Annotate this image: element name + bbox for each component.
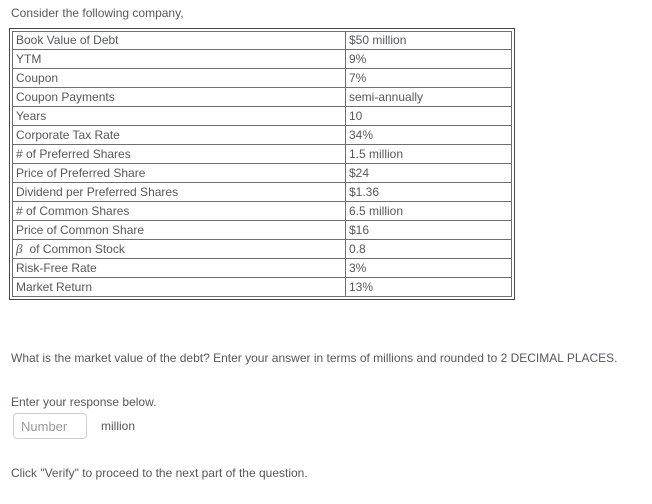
table-cell-label: # of Common Shares bbox=[12, 202, 346, 221]
table-cell-label: Corporate Tax Rate bbox=[12, 126, 346, 145]
table-cell-label: Price of Preferred Share bbox=[12, 164, 346, 183]
intro-text: Consider the following company, bbox=[11, 6, 184, 20]
table-cell-value: 1.5 million bbox=[346, 145, 512, 164]
table-cell-value: 10 bbox=[346, 107, 512, 126]
table-row: # of Common Shares 6.5 million bbox=[12, 202, 512, 221]
table-cell-value: $50 million bbox=[346, 31, 512, 50]
answer-number-input[interactable] bbox=[13, 413, 87, 439]
table-row: Coupon Payments semi-annually bbox=[12, 88, 512, 107]
table-cell-value: 3% bbox=[346, 259, 512, 278]
table-row: Price of Common Share $16 bbox=[12, 221, 512, 240]
question-prompt: What is the market value of the debt? En… bbox=[11, 351, 618, 365]
table-body: Book Value of Debt $50 million YTM 9% Coupon… bbox=[12, 31, 512, 297]
table-cell-label: YTM bbox=[12, 50, 346, 69]
table-cell-label: Coupon Payments bbox=[12, 88, 346, 107]
table-cell-label: # of Preferred Shares bbox=[12, 145, 346, 164]
table-cell-value: $1.36 bbox=[346, 183, 512, 202]
table-cell-value: 6.5 million bbox=[346, 202, 512, 221]
response-instruction: Enter your response below. bbox=[11, 395, 157, 409]
table-cell-label: β of Common Stock bbox=[12, 240, 346, 259]
table-cell-value: 7% bbox=[346, 69, 512, 88]
table-cell-label: Price of Common Share bbox=[12, 221, 346, 240]
table-cell-value: $24 bbox=[346, 164, 512, 183]
table-cell-label-text: of Common Stock bbox=[29, 242, 125, 256]
table-row: Dividend per Preferred Shares $1.36 bbox=[12, 183, 512, 202]
table-cell-label: Years bbox=[12, 107, 346, 126]
table-row: Risk-Free Rate 3% bbox=[12, 259, 512, 278]
table-cell-label: Coupon bbox=[12, 69, 346, 88]
table-cell-value: $16 bbox=[346, 221, 512, 240]
table-cell-value: 13% bbox=[346, 278, 512, 297]
table-row: Price of Preferred Share $24 bbox=[12, 164, 512, 183]
answer-input-row: million bbox=[13, 413, 135, 439]
table-row: Years 10 bbox=[12, 107, 512, 126]
table-cell-value: 34% bbox=[346, 126, 512, 145]
table-row: Corporate Tax Rate 34% bbox=[12, 126, 512, 145]
table-cell-value: 9% bbox=[346, 50, 512, 69]
table-row: Book Value of Debt $50 million bbox=[12, 31, 512, 50]
table-cell-value: semi-annually bbox=[346, 88, 512, 107]
table-cell-value: 0.8 bbox=[346, 240, 512, 259]
table-row: Coupon 7% bbox=[12, 69, 512, 88]
table-cell-label: Market Return bbox=[12, 278, 346, 297]
table-cell-label: Book Value of Debt bbox=[12, 31, 346, 50]
table-cell-label: Dividend per Preferred Shares bbox=[12, 183, 346, 202]
company-data-table: Book Value of Debt $50 million YTM 9% Coupon… bbox=[12, 31, 512, 297]
company-data-table-container: Book Value of Debt $50 million YTM 9% Coupon… bbox=[9, 28, 515, 300]
table-row: # of Preferred Shares 1.5 million bbox=[12, 145, 512, 164]
table-row: Market Return 13% bbox=[12, 278, 512, 297]
table-cell-label: Risk-Free Rate bbox=[12, 259, 346, 278]
answer-unit-label: million bbox=[101, 419, 136, 433]
beta-symbol-icon: β bbox=[16, 241, 23, 256]
table-row: YTM 9% bbox=[12, 50, 512, 69]
table-row: β of Common Stock 0.8 bbox=[12, 240, 512, 259]
verify-hint-text: Click "Verify" to proceed to the next pa… bbox=[11, 466, 308, 480]
